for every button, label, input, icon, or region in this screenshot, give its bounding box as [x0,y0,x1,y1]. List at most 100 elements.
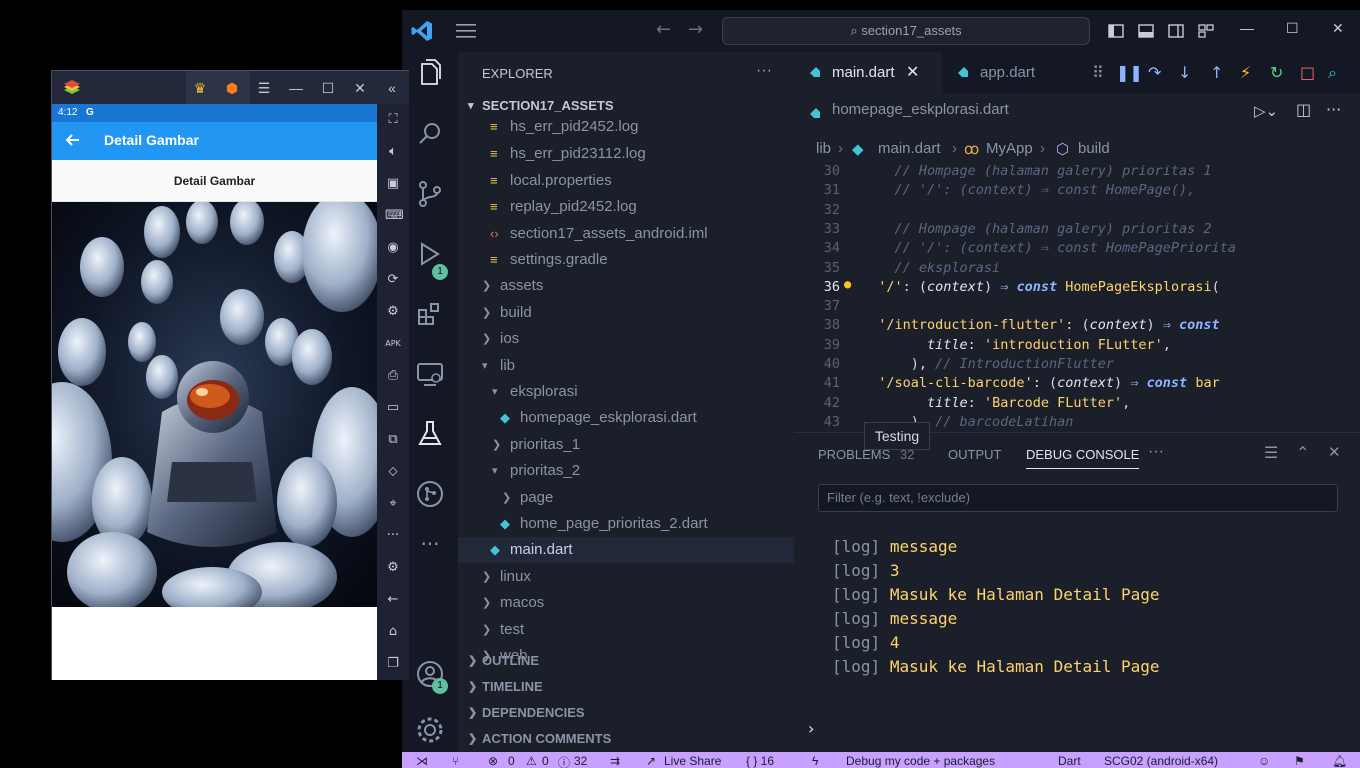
emulator-maximize-icon[interactable]: ☐ [320,80,336,96]
tree-folder[interactable]: ❯ macos [458,590,794,616]
fullscreen-icon[interactable]: ⛶ [385,112,401,128]
multi-instance-icon[interactable]: ⧉ [385,432,401,448]
forward-arrow-icon[interactable]: → [688,21,703,39]
back-arrow-icon[interactable] [64,132,80,148]
console-filter-input[interactable]: Filter (e.g. text, !exclude) [818,484,1338,512]
tree-file[interactable]: ‹› section17_assets_android.iml [458,221,794,247]
minimize-button[interactable]: — [1240,20,1254,36]
macro-icon[interactable]: ⚙ [385,304,401,320]
restart-icon[interactable]: ↻ [1270,64,1283,82]
toggle-secondary-sidebar-icon[interactable] [1168,23,1184,39]
tab-output[interactable]: OUTPUT [948,447,1001,462]
extensions-icon[interactable] [414,298,446,330]
hamburger-menu-icon[interactable] [456,24,476,38]
tree-folder[interactable]: ▾ eksplorasi [458,379,794,405]
back-arrow-icon[interactable]: ← [656,21,671,39]
hot-reload-icon[interactable]: ⚡ [1240,64,1251,82]
tree-folder[interactable]: ▾ prioritas_2 [458,458,794,484]
explorer-more-actions-icon[interactable]: ··· [756,62,772,80]
maximize-panel-icon[interactable]: ⌃ [1296,443,1309,463]
source-control-icon[interactable] [414,178,446,210]
action-comments-section[interactable]: ❯ ACTION COMMENTS [458,726,794,752]
media-icon[interactable]: ▣ [385,176,401,192]
tree-folder[interactable]: ❯ test [458,617,794,643]
collapse-sidebar-icon[interactable]: « [384,80,400,96]
tree-file[interactable]: ≡ replay_pid2452.log [458,194,794,220]
close-tab-icon[interactable]: ✕ [906,52,919,94]
tree-file[interactable]: ≡ local.properties [458,168,794,194]
emulator-menu-icon[interactable]: ☰ [256,80,272,96]
infos-count[interactable]: 32 [574,754,587,768]
customize-layout-icon[interactable] [1198,23,1214,39]
tab-main-dart[interactable]: main.dart ✕ [794,52,942,94]
tree-folder[interactable]: ❯ assets [458,273,794,299]
apk-icon[interactable]: APK [385,336,401,352]
debug-mode-button[interactable]: Debug my code + packages [846,754,995,768]
screenshot-icon[interactable]: ⎙ [385,368,401,384]
warnings-count[interactable]: 0 [542,754,549,768]
run-icon[interactable]: ⇉ [610,754,620,768]
emulator-close-icon[interactable]: ✕ [352,80,368,96]
more-views-icon[interactable]: ··· [414,532,446,564]
record-icon[interactable]: ◉ [385,240,401,256]
close-panel-icon[interactable]: ✕ [1328,443,1341,461]
drag-handle-icon[interactable]: ⠿ [1092,64,1104,82]
tree-file[interactable]: ≡ hs_err_pid2452.log [458,114,794,140]
tab-app-dart[interactable]: app.dart [942,52,1064,94]
maximize-button[interactable]: ☐ [1286,20,1299,37]
dependencies-section[interactable]: ❯ DEPENDENCIES [458,700,794,726]
device-selector[interactable]: SCG02 (android-x64) [1104,754,1218,768]
tree-folder[interactable]: ▾ lib [458,353,794,379]
toggle-panel-icon[interactable] [1138,23,1154,39]
tree-file[interactable]: ≡ hs_err_pid23112.log [458,141,794,167]
notifications-bell-icon[interactable]: 🔔︎ [1332,754,1347,768]
remote-explorer-icon[interactable] [414,358,446,390]
crown-icon[interactable]: ♛ [192,80,208,96]
settings-icon[interactable]: ⚙ [385,560,401,576]
tree-file[interactable]: ◆ homepage_eskplorasi.dart [458,405,794,431]
console-repl-prompt[interactable]: › [808,719,814,738]
language-mode[interactable]: Dart [1058,754,1081,768]
game-center-icon[interactable]: ⬢ [224,80,240,96]
close-window-button[interactable]: ✕ [1332,20,1344,37]
volume-icon[interactable]: 🔈︎ [385,144,401,160]
breadcrumb-main-dart[interactable]: main.dart [878,140,941,157]
errors-count[interactable]: 0 [508,754,515,768]
keyboard-icon[interactable]: ⌨ [385,208,404,224]
emulator-minimize-icon[interactable]: — [288,80,304,96]
clear-console-icon[interactable]: ☰ [1264,443,1278,463]
folder-icon[interactable]: ▭ [385,400,401,416]
branch-icon[interactable]: ⑂ [452,754,459,768]
breadcrumb-lib[interactable]: lib [816,140,831,157]
live-share-button[interactable]: Live Share [664,754,721,768]
android-home-icon[interactable]: ⌂ [385,624,401,640]
recent-apps-icon[interactable]: ❐ [385,656,401,672]
remote-indicator-icon[interactable]: ⋊ [416,754,428,768]
git-graph-icon[interactable] [414,478,446,510]
tree-folder[interactable]: ❯ page [458,485,794,511]
toggle-sidebar-icon[interactable] [1108,23,1124,39]
tree-file[interactable]: ◆ home_page_prioritas_2.dart [458,511,794,537]
explorer-files-icon[interactable] [414,58,446,90]
tree-file[interactable]: ≡ settings.gradle [458,247,794,273]
android-back-icon[interactable]: ← [385,592,401,608]
code-editor[interactable]: 30 // Hompage (halaman galery) prioritas… [794,162,1294,432]
step-into-icon[interactable]: ↓ [1178,64,1191,82]
lightbulb-icon[interactable]: ● [844,277,851,291]
outline-section[interactable]: ❯ OUTLINE [458,648,794,674]
search-icon[interactable] [414,118,446,150]
eco-mode-icon[interactable]: ⬦ [385,464,401,480]
testing-flask-icon[interactable] [414,418,446,450]
step-over-icon[interactable]: ↷ [1148,64,1161,82]
more-icon[interactable]: ··· [385,528,401,544]
location-icon[interactable]: ⌖ [385,496,401,512]
command-center-search[interactable]: ⌕ section17_assets [722,17,1090,45]
stop-icon[interactable]: □ [1300,64,1315,82]
timeline-section[interactable]: ❯ TIMELINE [458,674,794,700]
breadcrumb-myapp[interactable]: MyApp [986,140,1033,157]
braces-indicator[interactable]: { } 16 [746,754,774,768]
more-actions-icon[interactable]: ··· [1326,100,1341,119]
pause-icon[interactable]: ❚❚ [1116,64,1143,82]
open-file-name[interactable]: homepage_eskplorasi.dart [832,101,1009,118]
tree-file[interactable]: ◆ main.dart [458,537,794,563]
